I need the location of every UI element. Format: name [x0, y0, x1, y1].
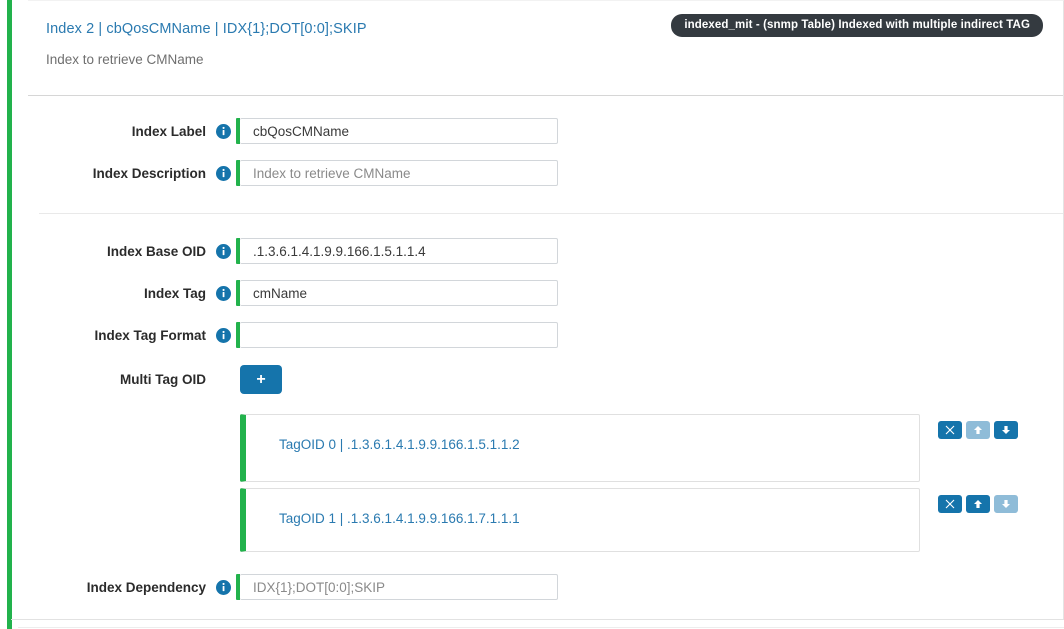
close-icon — [945, 499, 955, 509]
info-icon[interactable] — [206, 327, 240, 343]
index-base-oid-value: .1.3.6.1.4.1.9.9.166.1.5.1.1.4 — [253, 243, 426, 259]
info-icon[interactable] — [206, 123, 240, 139]
list-item[interactable]: TagOID 0 | .1.3.6.1.4.1.9.9.166.1.5.1.1.… — [240, 414, 1018, 482]
close-icon — [945, 425, 955, 435]
delete-tag-oid-button[interactable] — [938, 421, 962, 439]
index-tag-value: cmName — [253, 285, 308, 301]
arrow-up-icon — [974, 500, 982, 508]
index-description-input[interactable]: Index to retrieve CMName — [236, 160, 558, 186]
info-icon[interactable] — [206, 579, 240, 595]
move-up-tag-oid-button[interactable] — [966, 421, 990, 439]
index-definition-card: Index 2 | cbQosCMName | IDX{1};DOT[0:0];… — [7, 0, 1064, 620]
label-index-label: Index Label — [131, 123, 206, 139]
tag-oid-label[interactable]: TagOID 0 | .1.3.6.1.4.1.9.9.166.1.5.1.1.… — [279, 437, 520, 452]
index-dependency-value: IDX{1};DOT[0:0];SKIP — [253, 579, 386, 595]
move-down-tag-oid-button[interactable] — [994, 421, 1018, 439]
index-dependency-input[interactable]: IDX{1};DOT[0:0];SKIP — [236, 574, 558, 600]
next-section-accent — [7, 620, 12, 629]
tag-oid-list: TagOID 0 | .1.3.6.1.4.1.9.9.166.1.5.1.1.… — [28, 414, 1063, 552]
tag-oid-actions — [938, 421, 1018, 439]
index-description-value: Index to retrieve CMName — [253, 165, 411, 181]
label-index-dependency: Index Dependency — [86, 579, 206, 595]
form-row-index-base-oid: Index Base OID .1.3.6.1.4.1.9.9.166.1.5.… — [28, 230, 1063, 272]
form-row-index-tag-format: Index Tag Format — [28, 314, 1063, 356]
arrow-up-icon — [974, 426, 982, 434]
index-base-oid-input[interactable]: .1.3.6.1.4.1.9.9.166.1.5.1.1.4 — [236, 238, 558, 264]
status-badge: indexed_mit - (snmp Table) Indexed with … — [671, 14, 1043, 37]
form-row-index-label: Index Label cbQosCMName — [28, 110, 1063, 152]
move-up-tag-oid-button[interactable] — [966, 495, 990, 513]
form-row-index-dependency: Index Dependency IDX{1};DOT[0:0];SKIP — [28, 566, 1063, 608]
index-tag-format-input[interactable] — [236, 322, 558, 348]
bottom-divider — [11, 619, 1064, 620]
index-tag-input[interactable]: cmName — [236, 280, 558, 306]
card-header: Index 2 | cbQosCMName | IDX{1};DOT[0:0];… — [28, 1, 1063, 96]
label-index-tag-format: Index Tag Format — [94, 327, 206, 343]
card-inner: Index 2 | cbQosCMName | IDX{1};DOT[0:0];… — [28, 0, 1064, 619]
info-icon[interactable] — [206, 243, 240, 259]
arrow-down-icon — [1002, 500, 1010, 508]
move-down-tag-oid-button[interactable] — [994, 495, 1018, 513]
form-row-multi-tag-oid: Multi Tag OID + — [28, 356, 1063, 402]
label-multi-tag-oid: Multi Tag OID — [120, 371, 206, 387]
add-tag-oid-button[interactable]: + — [240, 364, 282, 394]
page-root: Index 2 | cbQosCMName | IDX{1};DOT[0:0];… — [0, 0, 1064, 629]
delete-tag-oid-button[interactable] — [938, 495, 962, 513]
card-body: Index Label cbQosCMName Index Descriptio… — [28, 96, 1063, 608]
page-subtitle: Index to retrieve CMName — [46, 52, 204, 67]
arrow-down-icon — [1002, 426, 1010, 434]
info-icon[interactable] — [206, 165, 240, 181]
list-item[interactable]: TagOID 1 | .1.3.6.1.4.1.9.9.166.1.7.1.1.… — [240, 488, 1018, 552]
form-row-index-tag: Index Tag cmName — [28, 272, 1063, 314]
page-title[interactable]: Index 2 | cbQosCMName | IDX{1};DOT[0:0];… — [46, 21, 367, 37]
tag-oid-actions — [938, 495, 1018, 513]
index-label-value: cbQosCMName — [253, 123, 350, 139]
index-label-input[interactable]: cbQosCMName — [236, 118, 558, 144]
label-index-tag: Index Tag — [143, 285, 206, 301]
tag-oid-label[interactable]: TagOID 1 | .1.3.6.1.4.1.9.9.166.1.7.1.1.… — [279, 511, 520, 526]
next-section-top-border — [18, 627, 1064, 628]
label-index-base-oid: Index Base OID — [106, 243, 206, 259]
label-index-description: Index Description — [92, 165, 206, 181]
form-row-index-description: Index Description Index to retrieve CMNa… — [28, 152, 1063, 194]
info-icon[interactable] — [206, 285, 240, 301]
